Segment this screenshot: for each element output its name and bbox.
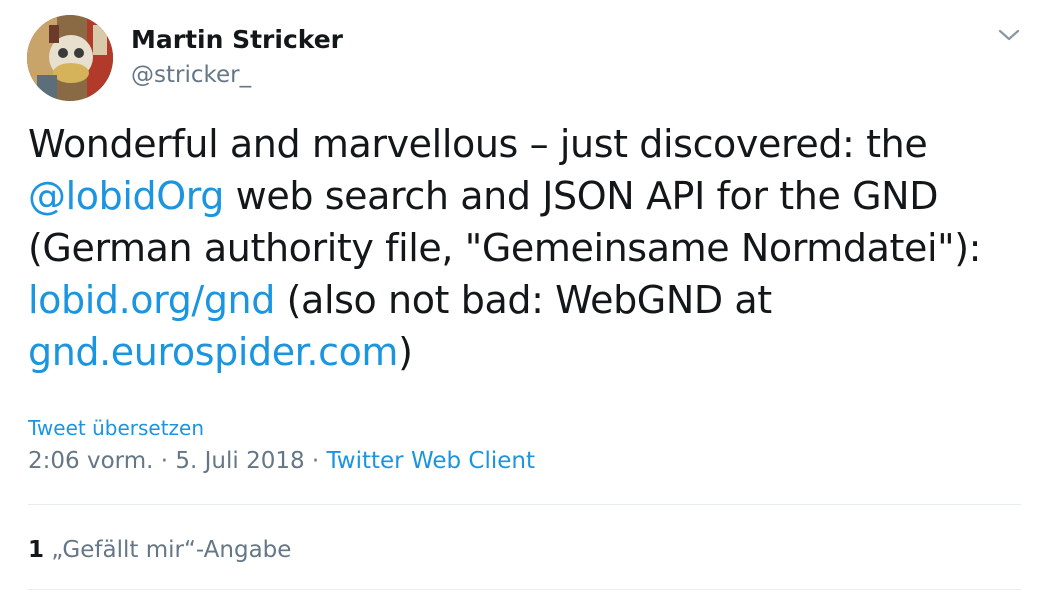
tweet-metadata: 2:06 vorm. · 5. Juli 2018 · Twitter Web … xyxy=(28,445,535,477)
avatar-image xyxy=(27,15,113,101)
likes-label: „Gefällt mir“-Angabe xyxy=(44,537,292,563)
eurospider-link[interactable]: gnd.eurospider.com xyxy=(28,330,398,374)
tweet-date[interactable]: 5. Juli 2018 xyxy=(175,448,304,474)
tweet-line-4: lobid.org/gnd (also not bad: WebGND at xyxy=(28,274,1028,326)
avatar[interactable] xyxy=(27,15,113,101)
divider xyxy=(28,504,1021,505)
meta-separator: · xyxy=(153,448,176,474)
tweet-line-2-text: web search and JSON API for the GND xyxy=(224,174,939,218)
author-block[interactable]: Martin Stricker @stricker_ xyxy=(131,24,343,90)
tweet-line-1: Wonderful and marvellous – just discover… xyxy=(28,122,928,166)
tweet-line-5: gnd.eurospider.com) xyxy=(28,326,1028,378)
tweet-line-4-text: (also not bad: WebGND at xyxy=(274,278,773,322)
tweet-text: Wonderful and marvellous – just discover… xyxy=(28,118,1028,378)
tweet-line-5-text: ) xyxy=(398,330,413,374)
tweet-time[interactable]: 2:06 vorm. xyxy=(28,448,153,474)
tweet-card: Martin Stricker @stricker_ Wonderful and… xyxy=(0,0,1043,592)
author-handle[interactable]: @stricker_ xyxy=(131,60,343,90)
lobid-link[interactable]: lobid.org/gnd xyxy=(28,278,275,322)
tweet-line-3: (German authority file, "Gemeinsame Norm… xyxy=(28,226,982,270)
likes-stat[interactable]: 1 „Gefällt mir“-Angabe xyxy=(28,534,291,566)
translate-tweet-link[interactable]: Tweet übersetzen xyxy=(28,414,204,442)
author-name[interactable]: Martin Stricker xyxy=(131,24,343,56)
divider xyxy=(28,589,1021,590)
likes-count: 1 xyxy=(28,537,45,563)
tweet-line-2: @lobidOrg web search and JSON API for th… xyxy=(28,170,1028,222)
chevron-down-icon[interactable] xyxy=(996,24,1022,46)
mention-link[interactable]: @lobidOrg xyxy=(28,174,224,218)
tweet-source-link[interactable]: Twitter Web Client xyxy=(327,448,535,474)
meta-separator: · xyxy=(304,448,327,474)
